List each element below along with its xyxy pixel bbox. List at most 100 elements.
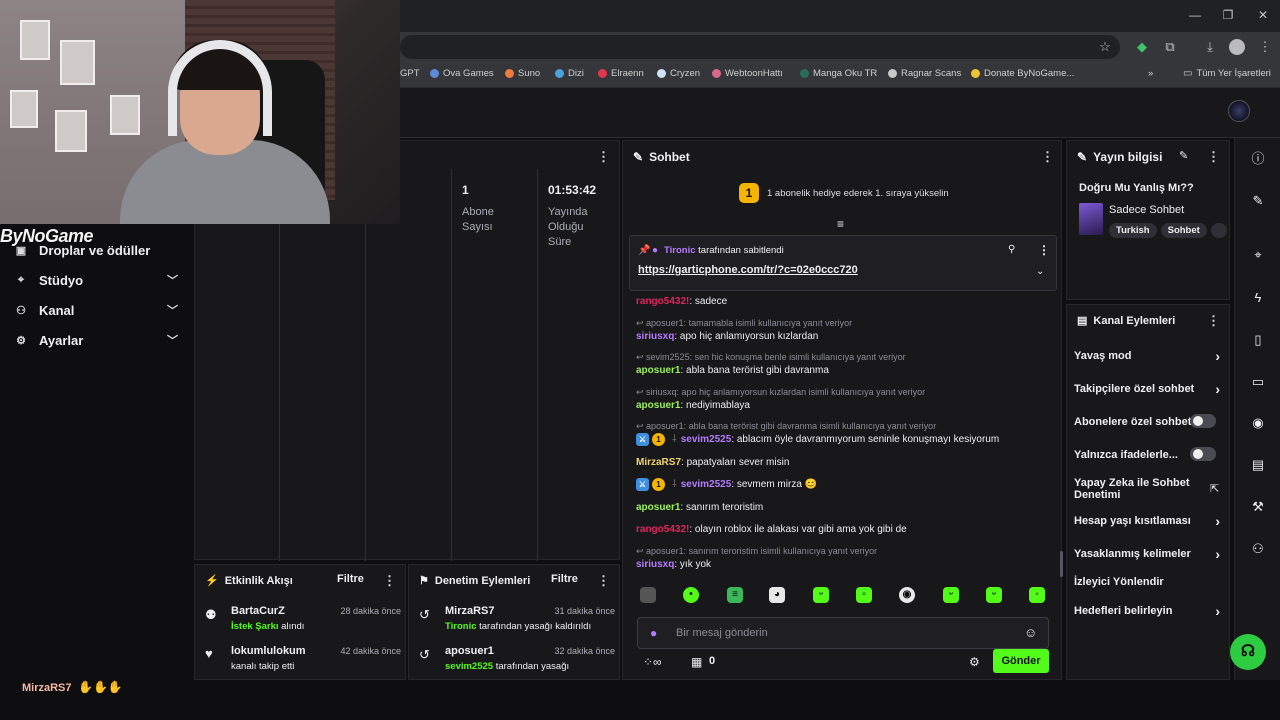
extensions-icon[interactable]: ⧉ — [1162, 39, 1178, 55]
chat-message: aposuer1: sanırım teroristim — [636, 502, 764, 513]
chat-input[interactable]: ● Bir mesaj gönderin ☺ — [637, 617, 1049, 649]
capture-icon[interactable]: ⌖ — [1249, 246, 1267, 264]
action-follower-only[interactable]: Takipçilere özel sohbet › — [1074, 381, 1224, 397]
stream-title: Doğru Mu Yanlış Mı?? — [1079, 182, 1194, 194]
close-icon[interactable]: ✕ — [1255, 8, 1271, 22]
chat-message: siriusxq: yık yok — [636, 559, 712, 570]
nav-item-label: Kanal — [39, 302, 75, 318]
emote-icon[interactable]: ◦ — [1029, 587, 1045, 603]
store-icon[interactable]: ▦ — [691, 655, 702, 669]
kebab-menu-icon[interactable]: ⋮ — [597, 573, 610, 589]
bookmark-item[interactable]: Donate ByNoGame... — [971, 68, 1074, 79]
wrench-icon[interactable]: ⚒ — [1249, 498, 1267, 516]
hype-text: 1 abonelik hediye ederek 1. sıraya yükse… — [767, 188, 949, 199]
chat-message: ⚔ 1 ⸸ sevim2525: ablacım öyle davranmıyorum… — [636, 433, 1056, 447]
gifter-badge: 1 — [652, 478, 665, 491]
subscriber-only-toggle[interactable] — [1190, 414, 1216, 428]
tag[interactable] — [1210, 223, 1228, 238]
points-count: 0 — [709, 655, 716, 667]
menu-dots-icon[interactable]: ⋮ — [1257, 39, 1273, 55]
star-icon[interactable]: ☆ — [1097, 39, 1113, 55]
more-bookmarks-icon[interactable]: » — [1148, 68, 1153, 79]
kebab-menu-icon[interactable]: ⋮ — [1041, 149, 1054, 165]
bookmark-item[interactable]: Cryzen — [657, 68, 700, 79]
all-bookmarks[interactable]: ▭ Tüm Yer İşaretleri — [1183, 68, 1271, 79]
action-account-age[interactable]: Hesap yaşı kısıtlaması › — [1074, 513, 1224, 529]
event-time: 42 dakika önce — [340, 646, 401, 656]
bookmark-item[interactable]: Ragnar Scans — [888, 68, 961, 79]
kebab-menu-icon[interactable]: ⋮ — [1207, 313, 1220, 329]
edit-icon[interactable]: ✎ — [1249, 192, 1267, 210]
profile-icon[interactable] — [1229, 39, 1245, 55]
nav-item-studio[interactable]: ⌖ Stüdyo ﹀ — [14, 270, 184, 290]
address-bar[interactable] — [400, 35, 1120, 59]
info-icon[interactable]: ⓘ — [1249, 150, 1267, 168]
emote-icon[interactable]: ᵕ — [986, 587, 1002, 603]
filter-button[interactable]: Filtre — [551, 573, 578, 585]
user-avatar[interactable] — [1228, 100, 1250, 122]
activity-feed-panel: ⚡ Etkinlik Akışı Filtre ⋮ ⚉ BartaCurZ 28… — [194, 564, 406, 680]
gear-icon[interactable]: ⚙ — [969, 655, 980, 669]
nav-item-channel[interactable]: ⚇ Kanal ﹀ — [14, 300, 184, 320]
bookmark-item[interactable]: Suno — [505, 68, 540, 79]
action-banned-words[interactable]: Yasaklanmış kelimeler › — [1074, 546, 1224, 562]
bolt-icon[interactable]: ϟ — [1249, 289, 1267, 307]
external-link-icon[interactable]: ⇱ — [1210, 482, 1219, 495]
send-button[interactable]: Gönder — [993, 649, 1049, 673]
support-headset-icon[interactable]: ☊ — [1230, 634, 1266, 670]
category-thumbnail[interactable] — [1079, 203, 1103, 235]
mic-icon[interactable]: ● — [650, 626, 657, 640]
chat-scrollbar[interactable] — [1060, 551, 1063, 577]
bookmark-item[interactable]: Ova Games — [430, 68, 494, 79]
kebab-menu-icon[interactable]: ⋮ — [597, 149, 610, 165]
kebab-menu-icon[interactable]: ⋮ — [1207, 149, 1220, 165]
emote-icon[interactable]: ᵕ — [813, 587, 829, 603]
action-slow-mode[interactable]: Yavaş mod › — [1074, 348, 1224, 364]
bookmark-item[interactable]: GPT — [400, 68, 420, 79]
broadcast-icon[interactable]: ◉ — [1249, 414, 1267, 432]
action-ai-moderation[interactable]: Yapay Zeka ile Sohbet Denetimi — [1074, 477, 1194, 501]
kebab-menu-icon[interactable]: ⋮ — [1038, 243, 1050, 257]
action-raid[interactable]: İzleyici Yönlendir — [1074, 576, 1224, 588]
bookmark-item[interactable]: Manga Oku TR — [800, 68, 877, 79]
edit-icon[interactable]: ✎ — [1179, 149, 1188, 162]
chevron-right-icon: › — [1215, 546, 1220, 562]
unpin-icon[interactable]: ⚲ — [1008, 244, 1015, 255]
action-goals[interactable]: Hedefleri belirleyin › — [1074, 603, 1224, 619]
bookmark-item[interactable]: WebtoonHattı — [712, 68, 783, 79]
emote-icon[interactable] — [640, 587, 656, 603]
chat-placeholder: Bir mesaj gönderin — [676, 627, 768, 639]
bookmark-item[interactable]: Elraenn — [598, 68, 644, 79]
emoji-icon[interactable]: ☺ — [1024, 625, 1037, 640]
minimize-icon[interactable]: — — [1187, 8, 1203, 22]
shield-icon[interactable]: ◆ — [1134, 39, 1150, 55]
notes-icon[interactable]: ▯ — [1249, 331, 1267, 349]
points-icon[interactable]: ⁘∞ — [643, 655, 662, 669]
restore-icon[interactable]: ❐ — [1220, 8, 1236, 22]
pinned-link[interactable]: https://garticphone.com/tr/?c=02e0ccc720 — [638, 264, 858, 276]
kebab-menu-icon[interactable]: ⋮ — [383, 573, 396, 589]
bookmark-item[interactable]: Dizi — [555, 68, 584, 79]
emote-icon[interactable]: ◉ — [899, 587, 915, 603]
emote-icon[interactable]: • — [683, 587, 699, 603]
emote-icon[interactable]: ≡ — [727, 587, 743, 603]
chat-message: rango5432!: olayın roblox ile alakası va… — [636, 524, 907, 535]
emote-icon[interactable]: ᵕ — [943, 587, 959, 603]
emote-only-toggle[interactable] — [1190, 447, 1216, 461]
nav-item-settings[interactable]: ⚙ Ayarlar ﹀ — [14, 330, 184, 350]
users-icon[interactable]: ⚇ — [1249, 540, 1267, 558]
filter-button[interactable]: Filtre — [337, 573, 364, 585]
moderator-badge: ⚔ — [636, 433, 649, 446]
tag[interactable]: Sohbet — [1160, 223, 1207, 238]
collapse-icon[interactable]: ≡ — [837, 217, 844, 231]
wrench-icon: ✎ — [1077, 150, 1088, 164]
chevron-down-icon[interactable]: ⌄ — [1036, 266, 1044, 277]
moderation-icon[interactable]: ▤ — [1249, 456, 1267, 474]
tag[interactable]: Turkish — [1109, 223, 1157, 238]
download-icon[interactable]: ⤓ — [1202, 39, 1218, 55]
emote-icon[interactable]: ◕ — [769, 587, 785, 603]
right-rail: ⓘ ✎ ⌖ ϟ ▯ ▭ ◉ ▤ ⚒ ⚇ ☊ — [1230, 138, 1280, 680]
category-name[interactable]: Sadece Sohbet — [1109, 204, 1184, 216]
emote-icon[interactable]: ▫ — [856, 587, 872, 603]
chat-bubble-icon[interactable]: ▭ — [1249, 373, 1267, 391]
